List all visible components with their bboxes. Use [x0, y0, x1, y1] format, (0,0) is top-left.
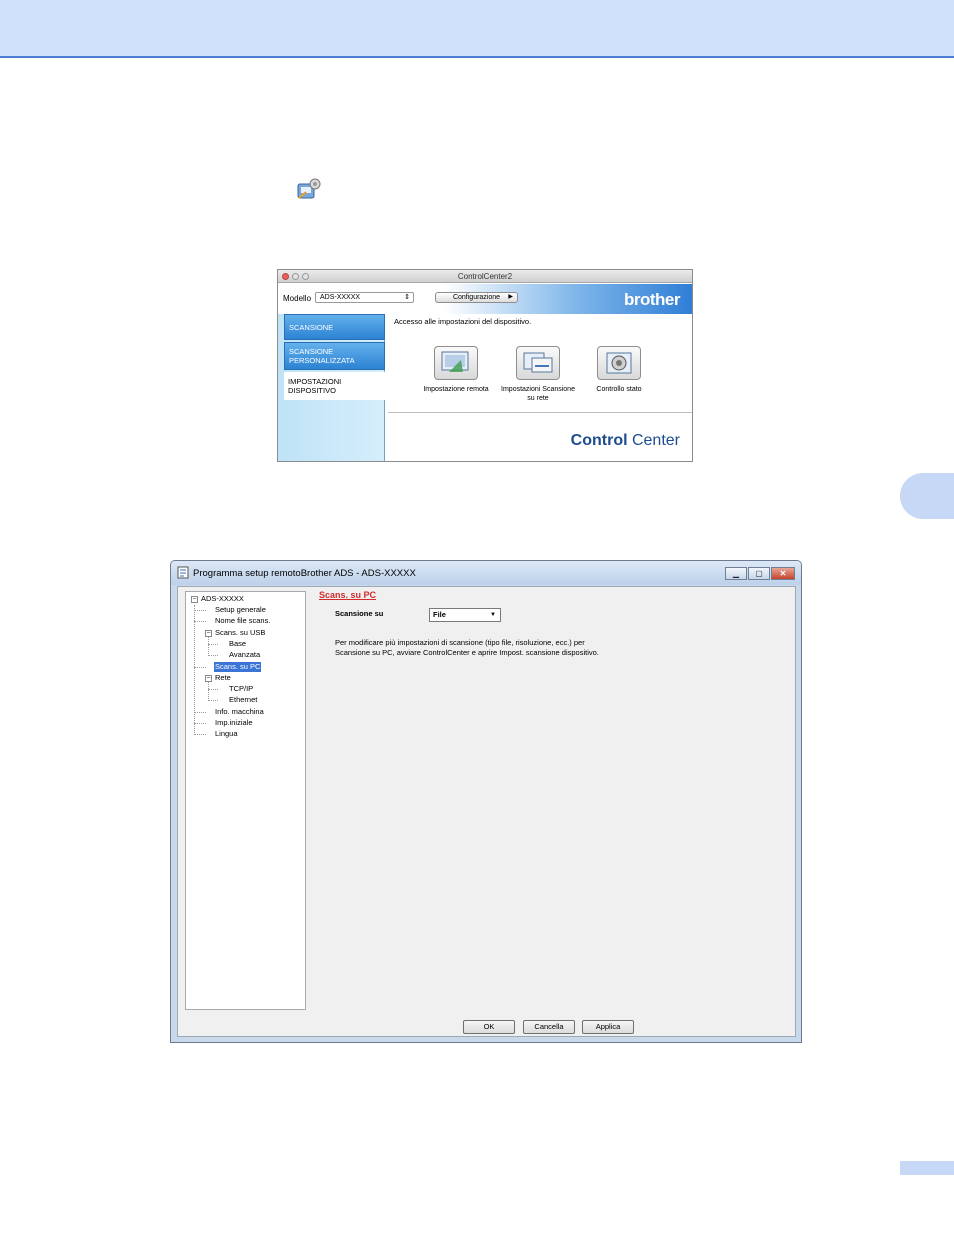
configuration-label: Configurazione [452, 294, 501, 301]
minimize-button[interactable]: ▁ [725, 567, 747, 580]
controlcenter-header: Modello ADS-XXXXX ⇕ Configurazione ▶ bro… [278, 284, 692, 314]
controlcenter-title: ControlCenter2 [457, 272, 513, 281]
tree-node-base[interactable]: Base [229, 639, 246, 649]
tree-node-info-macchina[interactable]: Info. macchina [215, 707, 264, 717]
chapter-side-tab [900, 473, 954, 519]
scan-to-label: Scansione su [335, 609, 384, 618]
close-button[interactable]: ✕ [771, 567, 795, 580]
model-value: ADS-XXXXX [320, 294, 361, 301]
controlcenter-description: Accesso alle impostazioni del dispositiv… [394, 317, 532, 326]
tree-node-lingua[interactable]: Lingua [215, 729, 238, 739]
controlcenter-logo: Control Center [571, 432, 680, 450]
section-title: Scans. su PC [319, 590, 377, 600]
tab-scansione-personalizzata[interactable]: SCANSIONE PERSONALIZZATA [284, 342, 385, 370]
scan-to-select[interactable]: File ▼ [429, 608, 501, 622]
model-label: Modello [283, 294, 312, 303]
remote-setup-title: Programma setup remotoBrother ADS - ADS-… [193, 568, 416, 579]
controlcenter-logo-regular: Center [627, 432, 680, 449]
remote-setup-label: Impostazione remota [423, 386, 489, 393]
tree-node-avanzata[interactable]: Avanzata [229, 650, 260, 660]
network-scan-settings-label: Impostazioni Scansione su rete [501, 386, 575, 402]
remote-setup-titlebar: Programma setup remotoBrother ADS - ADS-… [171, 561, 801, 585]
close-window-button[interactable] [282, 273, 289, 280]
remote-setup-icon [441, 351, 469, 372]
tree-node-scans-usb[interactable]: Scans. su USB [215, 628, 265, 638]
close-icon: ✕ [779, 569, 787, 578]
tab-scansione-label: SCANSIONE [289, 322, 334, 332]
tree-node-imp-iniziale[interactable]: Imp.iniziale [215, 718, 253, 728]
settings-tree[interactable]: − ADS-XXXXX Setup generale Nome file sca… [185, 591, 306, 1010]
network-scan-settings-icon [523, 352, 553, 373]
maximize-button[interactable]: ▢ [748, 567, 770, 580]
apply-button[interactable]: Applica [582, 1020, 634, 1034]
controlcenter-divider [388, 412, 692, 413]
tab-impostazioni-dispositivo-label: IMPOSTAZIONI DISPOSITIVO [288, 377, 342, 395]
page-number-tab [900, 1161, 954, 1175]
remote-setup-client: − ADS-XXXXX Setup generale Nome file sca… [177, 586, 796, 1037]
collapse-root-icon[interactable]: − [191, 596, 198, 603]
controlcenter-window: ControlCenter2 Modello ADS-XXXXX ⇕ Confi… [277, 269, 693, 462]
tree-node-rete[interactable]: Rete [215, 673, 231, 683]
info-line-1: Per modificare più impostazioni di scans… [335, 638, 585, 647]
controlcenter-titlebar: ControlCenter2 [278, 270, 692, 283]
tree-node-ethernet[interactable]: Ethernet [229, 695, 257, 705]
tree-node-setup-generale[interactable]: Setup generale [215, 605, 266, 615]
status-monitor-label: Controllo stato [596, 386, 642, 393]
tree-node-tcpip[interactable]: TCP/IP [229, 684, 253, 694]
tab-scansione-personalizzata-label: SCANSIONE PERSONALIZZATA [289, 347, 355, 365]
chevron-down-icon: ▼ [490, 612, 496, 618]
model-select[interactable]: ADS-XXXXX ⇕ [315, 292, 414, 303]
network-scan-settings-button[interactable] [516, 346, 560, 380]
maximize-icon: ▢ [755, 569, 763, 578]
zoom-window-button[interactable] [302, 273, 309, 280]
tree-node-nome-file[interactable]: Nome file scans. [215, 616, 270, 626]
page-header-band [0, 0, 954, 58]
controlcenter-main: Accesso alle impostazioni del dispositiv… [386, 314, 692, 461]
triangle-right-icon: ▶ [508, 294, 513, 300]
remote-setup-button[interactable] [434, 346, 478, 380]
device-settings-icon [297, 178, 321, 199]
remote-setup-window: Programma setup remotoBrother ADS - ADS-… [170, 560, 802, 1043]
controlcenter-sidebar: SCANSIONE SCANSIONE PERSONALIZZATA IMPOS… [278, 314, 385, 461]
minimize-icon: ▁ [732, 569, 740, 578]
minimize-window-button[interactable] [292, 273, 299, 280]
info-text: Per modificare più impostazioni di scans… [335, 638, 665, 657]
remote-setup-app-icon [177, 566, 189, 579]
tree-node-scans-pc[interactable]: Scans. su PC [214, 662, 262, 672]
cancel-button[interactable]: Cancella [523, 1020, 575, 1034]
configuration-button[interactable]: Configurazione ▶ [435, 292, 518, 303]
tab-impostazioni-dispositivo[interactable]: IMPOSTAZIONI DISPOSITIVO [284, 372, 385, 400]
controlcenter-logo-bold: Control [570, 432, 628, 449]
brother-logo: brother [624, 290, 681, 309]
status-monitor-icon [606, 352, 632, 374]
scan-to-value: File [433, 610, 446, 619]
select-arrows-icon: ⇕ [404, 294, 410, 301]
status-monitor-button[interactable] [597, 346, 641, 380]
ok-button[interactable]: OK [463, 1020, 515, 1034]
collapse-rete-icon[interactable]: − [205, 675, 212, 682]
tab-scansione[interactable]: SCANSIONE [284, 314, 385, 340]
tree-node-ads[interactable]: ADS-XXXXX [201, 594, 244, 604]
info-line-2: Scansione su PC, avviare ControlCenter e… [335, 647, 599, 657]
collapse-usb-icon[interactable]: − [205, 630, 212, 637]
